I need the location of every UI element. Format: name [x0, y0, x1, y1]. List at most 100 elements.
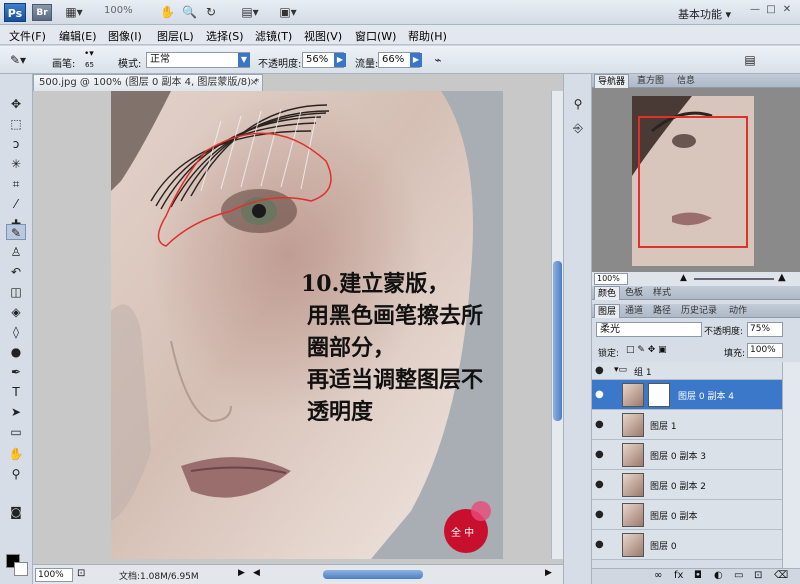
fill-field[interactable]: 100% — [747, 343, 783, 358]
visibility-eye-icon[interactable]: ● — [595, 539, 604, 550]
visibility-eye-icon[interactable]: ● — [595, 389, 604, 400]
opacity-arrow-icon[interactable]: ▶ — [334, 53, 346, 67]
zoom-tool-icon[interactable]: 🔍 — [182, 4, 197, 21]
tab-info[interactable]: 信息 — [674, 74, 698, 88]
close-button[interactable]: ✕ — [780, 4, 794, 17]
tab-histogram[interactable]: 直方图 — [634, 74, 667, 88]
shape-tool-icon[interactable]: ▭ — [6, 424, 26, 440]
document-close-icon[interactable]: × — [250, 75, 258, 91]
mode-arrow-icon[interactable]: ▼ — [238, 53, 250, 67]
zoom-in-icon[interactable]: ▲ — [778, 272, 786, 283]
paint-bucket-icon[interactable]: ◈ — [6, 304, 26, 320]
navigator-view-box[interactable] — [638, 116, 748, 248]
menu-edit[interactable]: 编辑(E) — [59, 28, 97, 44]
blend-mode-select[interactable]: 柔光 — [596, 322, 702, 337]
lasso-tool-icon[interactable]: ↄ — [6, 136, 26, 152]
layer-style-icon[interactable]: fx — [674, 570, 683, 581]
scroll-right-icon[interactable]: ▶ — [545, 568, 552, 578]
tab-actions[interactable]: 动作 — [726, 304, 750, 318]
layer-row-1[interactable]: ● 图层 1 — [592, 410, 782, 440]
menu-layer[interactable]: 图层(L) — [157, 28, 194, 44]
horizontal-scroll-thumb[interactable] — [323, 570, 423, 579]
status-info-icon[interactable]: ⊡ — [77, 568, 85, 579]
eraser-icon[interactable]: ◫ — [6, 284, 26, 300]
status-menu-icon[interactable]: ▶ — [238, 568, 245, 578]
tab-history[interactable]: 历史记录 — [678, 304, 720, 318]
blur-tool-icon[interactable]: ◊ — [6, 324, 26, 340]
layer-group-row[interactable]: ● ▾▭ 组 1 — [592, 362, 782, 380]
new-layer-icon[interactable]: ⊡ — [754, 570, 762, 581]
image-canvas[interactable]: 10.建立蒙版， 用黑色画笔擦去所 圈部分， 再适当调整图层不 透明度 全 中 — [111, 91, 503, 559]
screen-mode-icon[interactable]: ▣▾ — [276, 4, 300, 21]
menu-help[interactable]: 帮助(H) — [408, 28, 447, 44]
menu-view[interactable]: 视图(V) — [304, 28, 342, 44]
hand-tool-icon[interactable]: ✋ — [160, 4, 175, 21]
workspace-switcher[interactable]: 基本功能 ▾ — [678, 6, 731, 22]
layer-row-5[interactable]: ● 图层 0 — [592, 530, 782, 560]
bridge-button[interactable]: Br — [32, 4, 52, 21]
layer-row-3[interactable]: ● 图层 0 副本 2 — [592, 470, 782, 500]
status-zoom-field[interactable]: 100% — [35, 568, 73, 582]
eyedropper-icon[interactable]: ⁄ — [6, 196, 26, 212]
zoom-tool-icon[interactable]: ⚲ — [6, 466, 26, 482]
layer-row-0[interactable]: ● 图层 0 副本 4 — [592, 380, 782, 410]
visibility-eye-icon[interactable]: ● — [595, 509, 604, 520]
brush-dot-icon[interactable]: •▾ — [84, 49, 94, 59]
delete-layer-icon[interactable]: ⌫ — [774, 570, 788, 581]
layers-scrollbar[interactable] — [782, 362, 800, 568]
quick-mask-icon[interactable]: ◙ — [6, 504, 26, 520]
adjustment-layer-icon[interactable]: ◐ — [714, 570, 723, 581]
menu-select[interactable]: 选择(S) — [206, 28, 244, 44]
tab-layers[interactable]: 图层 — [594, 304, 621, 318]
arrange-documents-icon[interactable]: ▤▾ — [238, 4, 262, 21]
document-tab[interactable]: 500.jpg @ 100% (图层 0 副本 4, 图层蒙版/8) * × — [33, 74, 263, 91]
layer-opacity-field[interactable]: 75% — [747, 322, 783, 337]
history-brush-icon[interactable]: ↶ — [6, 264, 26, 280]
hand-tool-icon[interactable]: ✋ — [6, 446, 26, 462]
clone-stamp-icon[interactable]: ♙ — [6, 244, 26, 260]
magic-wand-icon[interactable]: ✳ — [6, 156, 26, 172]
brush-preset-icon[interactable]: ✎▾ — [8, 52, 28, 68]
navigator-zoom-field[interactable]: 100% — [594, 273, 628, 285]
lock-icons[interactable]: □ ✎ ✥ ▣ — [626, 345, 667, 355]
view-extras-icon[interactable]: ▦▾ — [62, 4, 86, 21]
zoom-level-dropdown[interactable]: 100% — [104, 5, 133, 16]
tab-channels[interactable]: 通道 — [622, 304, 646, 318]
rotate-view-icon[interactable]: ↻ — [204, 4, 218, 21]
visibility-eye-icon[interactable]: ● — [595, 365, 604, 376]
tab-styles[interactable]: 样式 — [650, 286, 674, 300]
actions-panel-icon[interactable]: ⎆ — [568, 120, 588, 136]
panel-toggle-icon[interactable]: ▤ — [740, 52, 760, 68]
scroll-left-icon[interactable]: ◀ — [253, 568, 260, 578]
dodge-tool-icon[interactable]: ● — [6, 344, 26, 360]
flow-arrow-icon[interactable]: ▶ — [410, 53, 422, 67]
menu-window[interactable]: 窗口(W) — [355, 28, 396, 44]
vertical-scroll-thumb[interactable] — [553, 261, 562, 421]
navigator-preview[interactable] — [592, 88, 800, 272]
airbrush-icon[interactable]: ⌁ — [428, 52, 448, 68]
tab-swatches[interactable]: 色板 — [622, 286, 646, 300]
minimize-button[interactable]: — — [748, 4, 762, 17]
layer-row-4[interactable]: ● 图层 0 副本 — [592, 500, 782, 530]
move-tool-icon[interactable]: ✥ — [6, 96, 26, 112]
add-mask-icon[interactable]: ◘ — [694, 570, 702, 581]
menu-file[interactable]: 文件(F) — [9, 28, 46, 44]
brush-tool-icon[interactable]: ✎ — [6, 224, 26, 240]
marquee-tool-icon[interactable]: ⬚ — [6, 116, 26, 132]
crop-tool-icon[interactable]: ⌗ — [6, 176, 26, 192]
path-select-icon[interactable]: ➤ — [6, 404, 26, 420]
zoom-out-icon[interactable]: ▲ — [680, 273, 687, 283]
tab-color[interactable]: 颜色 — [594, 286, 621, 300]
maximize-button[interactable]: □ — [764, 4, 778, 17]
menu-image[interactable]: 图像(I) — [108, 28, 142, 44]
history-panel-icon[interactable]: ⚲ — [568, 96, 588, 112]
layer-row-2[interactable]: ● 图层 0 副本 3 — [592, 440, 782, 470]
navigator-zoom-slider[interactable] — [694, 278, 774, 280]
vertical-scrollbar[interactable] — [551, 91, 563, 559]
menu-filter[interactable]: 滤镜(T) — [255, 28, 292, 44]
visibility-eye-icon[interactable]: ● — [595, 479, 604, 490]
pen-tool-icon[interactable]: ✒ — [6, 364, 26, 380]
tab-paths[interactable]: 路径 — [650, 304, 674, 318]
layer-mask-thumbnail[interactable] — [648, 383, 670, 407]
type-tool-icon[interactable]: T — [6, 384, 26, 400]
